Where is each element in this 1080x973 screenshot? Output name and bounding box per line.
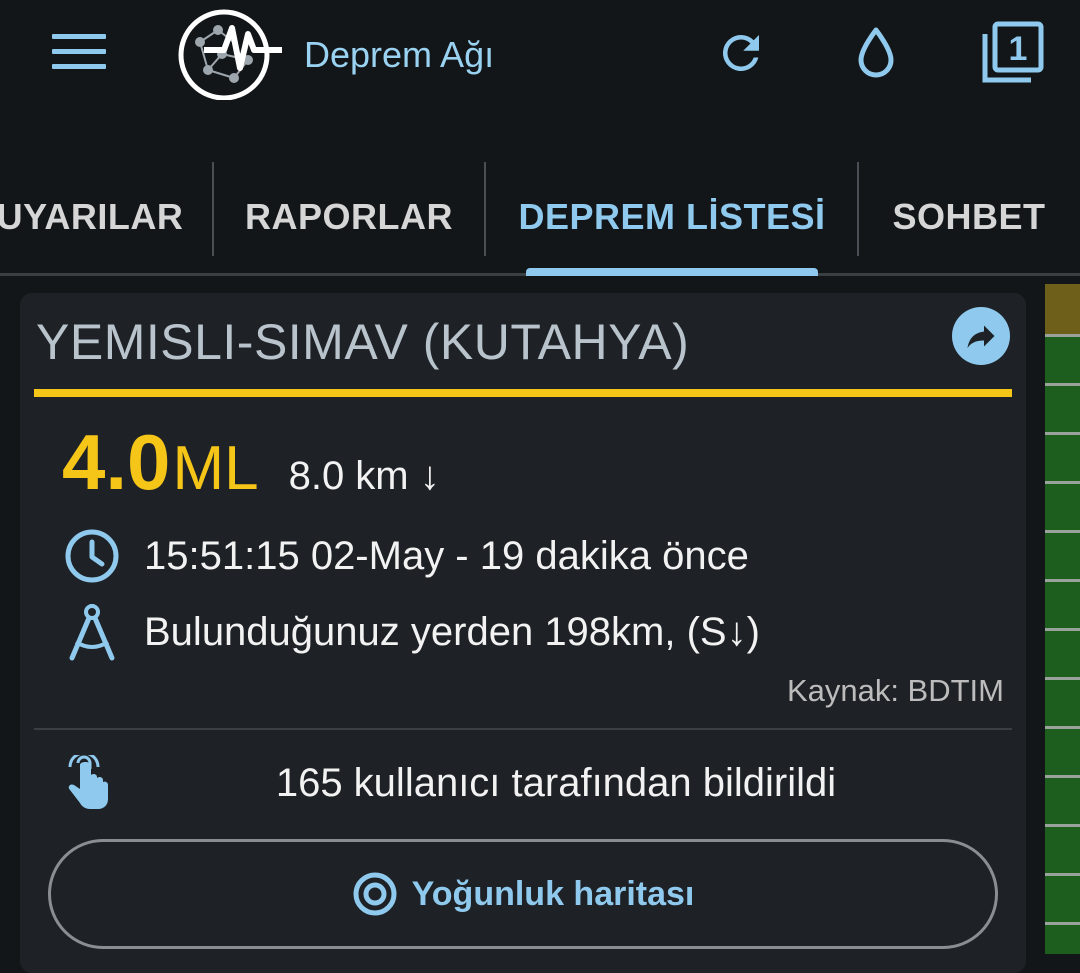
earthquake-card[interactable]: YEMISLI-SIMAV (KUTAHYA) 4.0 ML 8.0 km ↓ …	[20, 293, 1026, 973]
water-drop-icon	[858, 27, 894, 78]
hamburger-menu-icon	[52, 34, 106, 69]
badge-count: 1	[1009, 30, 1028, 68]
edge-cell	[1045, 334, 1080, 383]
menu-button[interactable]	[44, 22, 114, 82]
card-divider	[34, 728, 1012, 730]
next-card-edge[interactable]	[1045, 284, 1080, 954]
app-title: Deprem Ağı	[304, 34, 495, 75]
active-tab-indicator	[526, 268, 818, 276]
tab-divider	[484, 162, 486, 256]
edge-cell	[1045, 530, 1080, 579]
edge-cell	[1045, 383, 1080, 432]
drafting-compass-icon	[64, 602, 128, 662]
quake-location: YEMISLI-SIMAV (KUTAHYA)	[36, 314, 690, 370]
severity-line	[34, 389, 1012, 397]
user-reports-row: 165 kullanıcı tarafından bildirildi	[56, 749, 1016, 821]
edge-cell	[1045, 922, 1080, 954]
filter-one-icon: 1	[982, 21, 1044, 83]
user-reports-text: 165 kullanıcı tarafından bildirildi	[275, 761, 837, 805]
magnitude-unit: ML	[172, 434, 259, 503]
edge-cell	[1045, 824, 1080, 873]
quake-distance: Bulunduğunuz yerden 198km, (S↓)	[144, 609, 760, 654]
edge-cell	[1045, 873, 1080, 922]
edge-cell	[1045, 579, 1080, 628]
quake-source: Kaynak: BDTIM	[786, 673, 1004, 708]
edge-cell	[1045, 284, 1080, 334]
edge-cell	[1045, 481, 1080, 530]
tab-bar: UYARILAR RAPORLAR DEPREM LİSTESİ SOHBET	[0, 160, 1080, 276]
tab-deprem-listesi[interactable]: DEPREM LİSTESİ	[488, 160, 856, 273]
share-button[interactable]	[952, 307, 1010, 365]
edge-cell	[1045, 432, 1080, 481]
magnitude-row: 4.0 ML 8.0 km ↓	[62, 417, 440, 507]
target-icon	[353, 872, 397, 916]
refresh-icon	[722, 34, 759, 71]
tab-raporlar[interactable]: RAPORLAR	[216, 160, 482, 273]
quake-time-row: 15:51:15 02-May - 19 dakika önce	[64, 526, 749, 586]
tab-divider	[212, 162, 214, 256]
quake-time: 15:51:15 02-May - 19 dakika önce	[144, 533, 749, 578]
tab-sohbet[interactable]: SOHBET	[862, 160, 1076, 273]
intensity-map-button[interactable]: Yoğunluk haritası	[48, 839, 998, 949]
edge-cell	[1045, 726, 1080, 775]
quake-distance-row: Bulunduğunuz yerden 198km, (S↓)	[64, 602, 760, 662]
filter-button[interactable]: 1	[972, 14, 1052, 92]
tab-divider	[857, 162, 859, 256]
water-drop-button[interactable]	[848, 14, 904, 92]
share-icon	[967, 325, 995, 348]
refresh-button[interactable]	[708, 14, 774, 92]
edge-cell	[1045, 677, 1080, 726]
intensity-map-label: Yoğunluk haritası	[411, 874, 695, 913]
magnitude-value: 4.0	[62, 418, 171, 506]
app-bar: Deprem Ağı 1	[0, 0, 1080, 140]
edge-cell	[1045, 628, 1080, 677]
earthquake-network-logo	[178, 4, 282, 101]
clock-icon	[64, 526, 128, 586]
tab-uyarilar[interactable]: UYARILAR	[0, 160, 190, 273]
quake-depth: 8.0 km ↓	[288, 454, 440, 498]
edge-cell	[1045, 775, 1080, 824]
